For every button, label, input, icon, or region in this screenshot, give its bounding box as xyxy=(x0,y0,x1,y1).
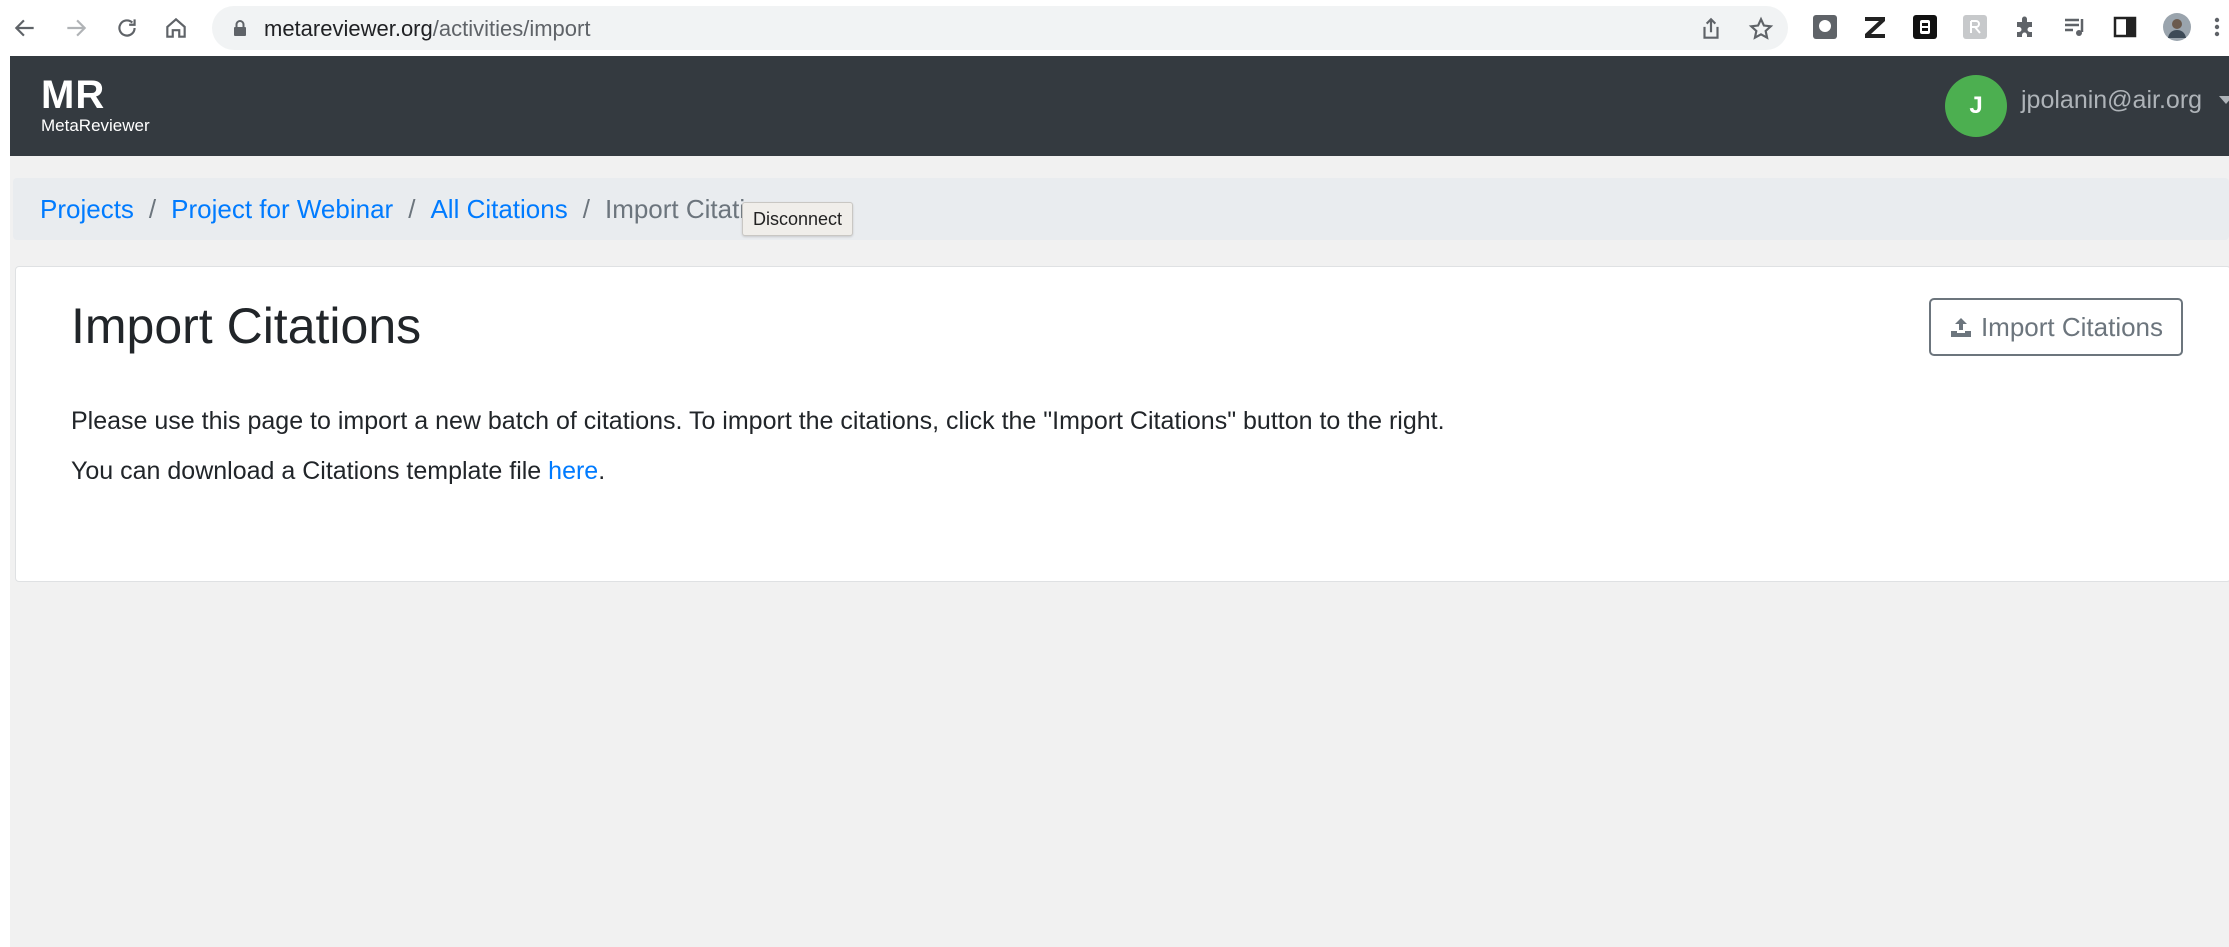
template-download-link[interactable]: here xyxy=(548,457,598,485)
brand-logo[interactable]: MR MetaReviewer xyxy=(41,74,150,136)
breadcrumb-current: Import Citations xyxy=(604,194,757,224)
bookmark-star-icon[interactable] xyxy=(1748,16,1774,42)
user-menu-toggle[interactable]: jpolanin@air.org xyxy=(2021,86,2202,115)
extension-r-icon[interactable] xyxy=(1961,13,1989,41)
template-download-text: You can download a Citations template fi… xyxy=(71,457,605,486)
home-button[interactable] xyxy=(156,8,196,48)
back-arrow-icon xyxy=(14,19,34,37)
template-text-after: . xyxy=(598,457,606,485)
breadcrumb-separator: / xyxy=(408,194,416,224)
url-domain: metareviewer.org xyxy=(264,16,433,41)
breadcrumb-projects[interactable]: Projects xyxy=(40,194,134,225)
breadcrumb-project-for-webinar[interactable]: Project for Webinar xyxy=(171,194,393,225)
extension-1-icon[interactable] xyxy=(1811,13,1839,41)
import-card: Import Citations Import Citations Please… xyxy=(15,266,2229,582)
caret-down-icon[interactable] xyxy=(2219,96,2229,104)
page-title: Import Citations xyxy=(71,298,422,354)
side-panel-icon[interactable] xyxy=(2111,13,2139,41)
instructions-text: Please use this page to import a new bat… xyxy=(71,407,1445,435)
url-text: metareviewer.org/activities/import xyxy=(264,16,590,42)
share-icon[interactable] xyxy=(1698,16,1724,42)
url-path: /activities/import xyxy=(432,16,591,41)
brand-short: MR xyxy=(41,73,106,117)
bitwarden-icon[interactable] xyxy=(1911,13,1939,41)
back-button[interactable] xyxy=(5,8,45,48)
brand-name: MetaReviewer xyxy=(41,116,150,135)
breadcrumb-separator: / xyxy=(148,194,157,224)
home-icon xyxy=(166,17,186,38)
import-citations-button-label: Import Citations xyxy=(1980,311,2164,342)
zotero-icon[interactable] xyxy=(1861,13,1889,41)
app-navbar: MR MetaReviewer J jpolanin@air.org xyxy=(10,56,2229,156)
user-avatar[interactable]: J xyxy=(1945,75,2007,137)
reload-button[interactable] xyxy=(107,8,147,48)
lock-icon xyxy=(234,20,246,36)
disconnect-tooltip: Disconnect xyxy=(742,202,854,236)
import-citations-button[interactable]: Import Citations xyxy=(1929,298,2183,356)
upload-icon xyxy=(1950,318,1971,337)
breadcrumb: Projects / Project for Webinar / All Cit… xyxy=(13,178,2229,240)
reading-list-icon[interactable] xyxy=(2061,13,2089,41)
breadcrumb-all-citations[interactable]: All Citations xyxy=(430,194,567,225)
browser-menu-icon[interactable] xyxy=(2210,13,2224,41)
template-text-before: You can download a Citations template fi… xyxy=(71,457,549,485)
puzzle-extensions-icon[interactable] xyxy=(2011,13,2039,41)
address-bar[interactable]: metareviewer.org/activities/import xyxy=(212,6,1788,50)
reload-icon xyxy=(118,19,136,37)
browser-toolbar: metareviewer.org/activities/import xyxy=(0,0,2229,56)
forward-arrow-icon xyxy=(67,19,87,37)
profile-avatar-icon[interactable] xyxy=(2163,13,2191,41)
forward-button[interactable] xyxy=(56,8,96,48)
breadcrumb-separator: / xyxy=(582,194,590,224)
